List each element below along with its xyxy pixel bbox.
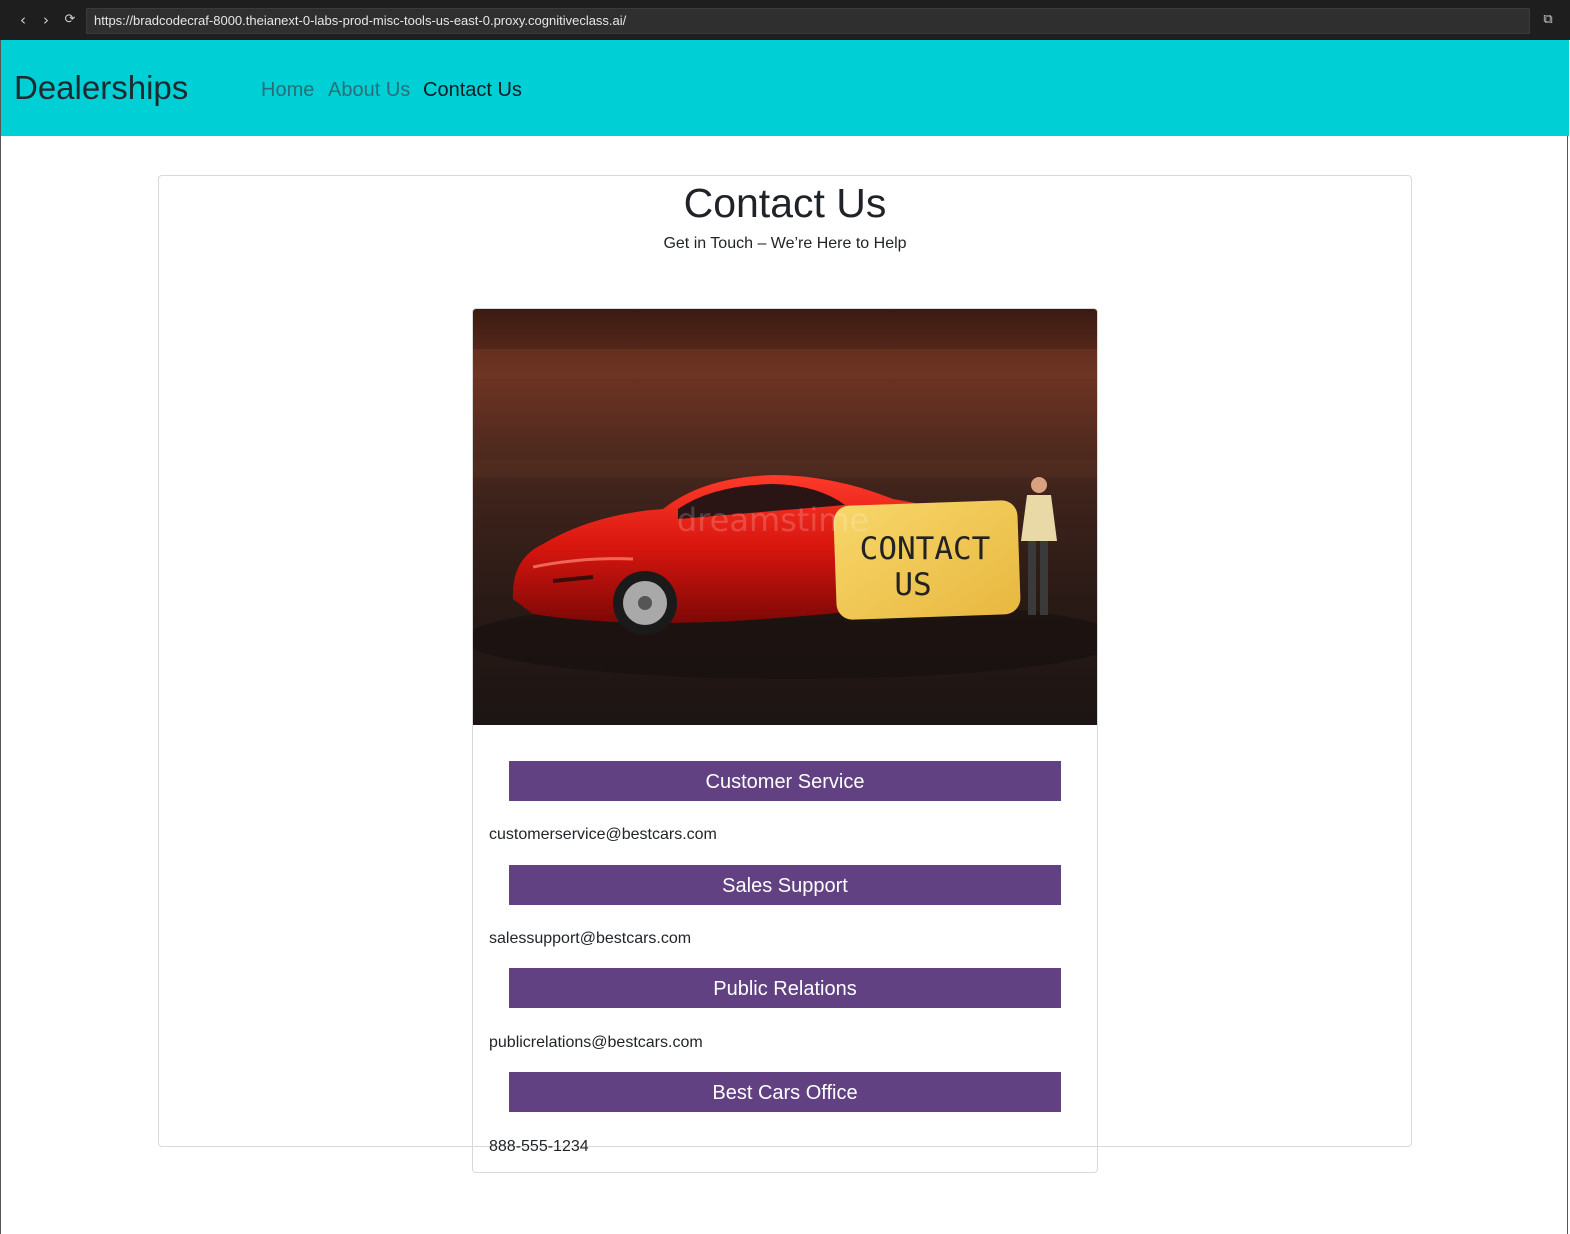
public-relations-header: Public Relations xyxy=(509,968,1061,1008)
reload-icon[interactable]: ⟳ xyxy=(62,11,78,29)
nav-link-contact-us[interactable]: Contact Us xyxy=(423,77,522,103)
watermark-text: dreamstime xyxy=(677,501,869,539)
best-cars-office-header: Best Cars Office xyxy=(509,1072,1061,1112)
address-bar[interactable]: https://bradcodecraf-8000.theianext-0-la… xyxy=(86,8,1530,34)
customer-service-email[interactable]: customerservice@bestcars.com xyxy=(489,825,717,845)
nav-link-home[interactable]: Home xyxy=(261,77,314,103)
top-navbar: Dealerships Home About Us Contact Us xyxy=(1,40,1569,136)
page-title: Contact Us xyxy=(683,180,887,226)
nav-link-about-us[interactable]: About Us xyxy=(328,77,410,103)
sales-support-email[interactable]: salessupport@bestcars.com xyxy=(489,929,691,949)
svg-text:CONTACT: CONTACT xyxy=(860,531,991,567)
contact-card: CONTACT US dreamstime Customer Service c… xyxy=(472,308,1098,1173)
back-icon[interactable]: ‹ xyxy=(15,11,31,29)
open-external-icon[interactable]: ⧉ xyxy=(1540,11,1556,29)
page-subtitle: Get in Touch – We’re Here to Help xyxy=(663,235,907,252)
svg-text:US: US xyxy=(894,567,931,603)
browser-toolbar: ‹ › ⟳ https://bradcodecraf-8000.theianex… xyxy=(0,0,1570,40)
brand-logo-text[interactable]: Dealerships xyxy=(14,68,188,108)
forward-icon[interactable]: › xyxy=(38,11,54,29)
public-relations-email[interactable]: publicrelations@bestcars.com xyxy=(489,1033,703,1053)
sales-support-header: Sales Support xyxy=(509,865,1061,905)
best-cars-office-phone[interactable]: 888-555-1234 xyxy=(489,1137,589,1157)
contact-us-hero-image: CONTACT US dreamstime xyxy=(473,309,1097,725)
customer-service-header: Customer Service xyxy=(509,761,1061,801)
